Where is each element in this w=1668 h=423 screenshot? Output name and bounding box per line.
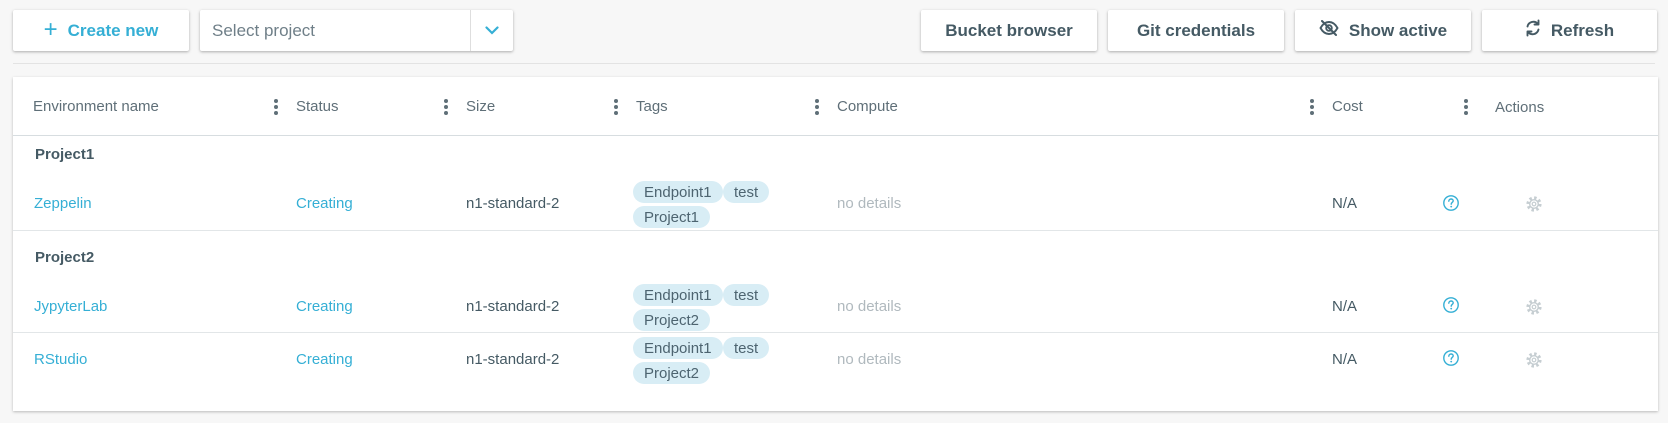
environment-name-link[interactable]: JypyterLab — [34, 298, 107, 315]
column-header-compute[interactable]: Compute — [837, 77, 898, 136]
row-divider — [13, 332, 1658, 333]
column-header-cost[interactable]: Cost — [1332, 77, 1363, 136]
column-menu-icon[interactable] — [444, 99, 448, 115]
git-credentials-label: Git credentials — [1136, 20, 1256, 40]
bucket-browser-label: Bucket browser — [945, 20, 1073, 40]
column-header-size[interactable]: Size — [466, 77, 495, 136]
size-text: n1-standard-2 — [466, 195, 560, 212]
tag-chip: test — [723, 284, 770, 306]
tag-chip: Endpoint1 — [633, 337, 723, 359]
refresh-button[interactable]: Refresh — [1482, 10, 1657, 51]
size-text: n1-standard-2 — [466, 351, 560, 368]
tag-chip: test — [723, 337, 770, 359]
column-menu-icon[interactable] — [1310, 99, 1314, 115]
group-header: Project1 — [35, 146, 95, 163]
gear-icon[interactable] — [1525, 298, 1543, 316]
compute-text: no details — [837, 298, 902, 315]
column-header-environment-name[interactable]: Environment name — [33, 77, 159, 136]
show-active-label: Show active — [1348, 20, 1448, 40]
column-menu-icon[interactable] — [1464, 99, 1468, 115]
create-new-label: Create new — [67, 20, 159, 40]
status-text: Creating — [296, 195, 353, 212]
column-header-tags[interactable]: Tags — [636, 77, 668, 136]
row-divider — [13, 230, 1658, 231]
eye-off-icon — [1319, 20, 1339, 41]
tag-chip: Endpoint1 — [633, 181, 723, 203]
gear-icon[interactable] — [1525, 195, 1543, 213]
environment-name-link[interactable]: RStudio — [34, 351, 87, 368]
help-circle-icon[interactable] — [1442, 349, 1460, 367]
refresh-icon — [1525, 19, 1541, 42]
column-menu-icon[interactable] — [614, 99, 618, 115]
environments-table: Environment name Status Size Tags Comput… — [13, 77, 1658, 411]
project-select[interactable]: Select project — [200, 10, 513, 51]
tag-chip: Project2 — [633, 309, 711, 331]
help-circle-icon[interactable] — [1442, 296, 1460, 314]
cost-text: N/A — [1332, 195, 1358, 212]
help-circle-icon[interactable] — [1442, 194, 1460, 212]
column-menu-icon[interactable] — [815, 99, 819, 115]
toolbar-divider — [13, 63, 1655, 64]
tag-chip: Project1 — [633, 206, 711, 228]
compute-text: no details — [837, 195, 902, 212]
bucket-browser-button[interactable]: Bucket browser — [921, 10, 1097, 51]
gear-icon[interactable] — [1525, 351, 1543, 369]
create-new-button[interactable]: + Create new — [13, 10, 189, 51]
column-menu-icon[interactable] — [274, 99, 278, 115]
group-header: Project2 — [35, 249, 95, 266]
compute-text: no details — [837, 351, 902, 368]
cost-text: N/A — [1332, 351, 1358, 368]
project-select-placeholder: Select project — [212, 20, 315, 40]
cost-text: N/A — [1332, 298, 1358, 315]
show-active-button[interactable]: Show active — [1295, 10, 1471, 51]
environment-name-link[interactable]: Zeppelin — [34, 195, 92, 212]
status-text: Creating — [296, 298, 353, 315]
plus-icon: + — [43, 15, 58, 43]
tag-chip: Endpoint1 — [633, 284, 723, 306]
toolbar: + Create new Select project Bucket brows… — [13, 10, 1657, 51]
refresh-label: Refresh — [1550, 20, 1615, 40]
column-header-actions: Actions — [1495, 99, 1545, 116]
table-header: Environment name Status Size Tags Comput… — [13, 77, 1658, 136]
status-text: Creating — [296, 351, 353, 368]
size-text: n1-standard-2 — [466, 298, 560, 315]
chevron-down-icon[interactable] — [470, 10, 513, 51]
tag-chip: Project2 — [633, 362, 711, 384]
git-credentials-button[interactable]: Git credentials — [1108, 10, 1284, 51]
column-header-status[interactable]: Status — [296, 77, 339, 136]
tag-chip: test — [723, 181, 770, 203]
